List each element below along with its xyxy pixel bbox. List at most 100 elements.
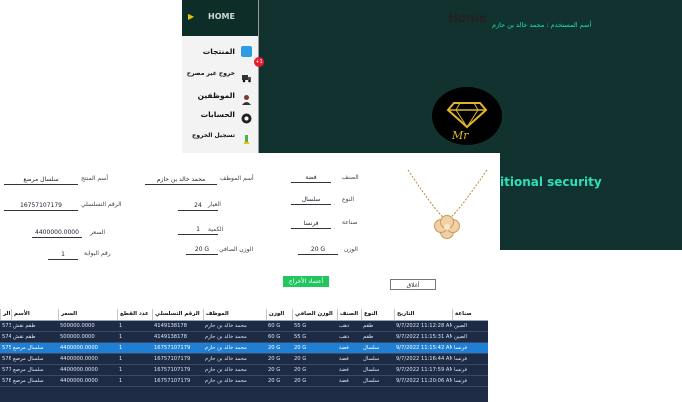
- close-button[interactable]: أغلاق: [390, 279, 436, 290]
- table-cell: 577: [2, 367, 11, 373]
- type-field[interactable]: سلسال: [291, 195, 331, 205]
- sidebar-item-unauthorized-exit[interactable]: خروج غير مصرح: [182, 65, 258, 82]
- column-header[interactable]: الموظف: [203, 309, 266, 320]
- sidebar-item-employees[interactable]: الموظفين: [182, 87, 258, 105]
- table-cell: محمد خالد بن حازم: [205, 323, 247, 329]
- products-icon: [241, 45, 252, 57]
- table-row[interactable]: الصين 9/7/2022 11:15:31 AM طقم ذهب 55 G …: [0, 332, 488, 343]
- column-header[interactable]: النوع: [361, 309, 394, 320]
- column-header[interactable]: التاريخ: [394, 309, 452, 320]
- table-cell: 9/7/2022 11:17:59 AM: [396, 367, 452, 373]
- table-cell: طقم نقش: [13, 323, 36, 329]
- table-cell: 9/7/2022 11:12:28 AM: [396, 323, 452, 329]
- sidebar-item-logout[interactable]: تسجيل الخروج: [182, 127, 258, 144]
- sidebar-item-label: خروج غير مصرح: [186, 69, 235, 77]
- security-caption: itional security: [500, 175, 602, 189]
- table-cell: 9/7/2022 11:15:31 AM: [396, 334, 452, 340]
- column-header[interactable]: الصنف: [337, 309, 361, 320]
- table-cell: محمد خالد بن حازم: [205, 345, 247, 351]
- caliber-field[interactable]: 24: [178, 201, 218, 211]
- employee-field[interactable]: محمد خالد بن حازم: [145, 175, 217, 185]
- truck-icon: [241, 68, 252, 82]
- table-row[interactable]: فرنسا 9/7/2022 11:17:59 AM سلسال فضة 20 …: [0, 365, 488, 376]
- table-header: صناعة التاريخ النوع الصنف الوزن الصافي ا…: [0, 309, 488, 321]
- table-row[interactable]: فرنسا 9/7/2022 11:16:44 AM سلسال فضة 20 …: [0, 354, 488, 365]
- gate-label: رقم البوابة: [84, 250, 111, 257]
- svg-text:Mr: Mr: [451, 129, 469, 142]
- column-header[interactable]: السعر: [58, 309, 117, 320]
- table-cell: محمد خالد بن حازم: [205, 334, 247, 340]
- table-cell: 55 G: [294, 334, 307, 340]
- table-cell: 500000.0000: [60, 323, 95, 329]
- gate-field[interactable]: 1: [48, 250, 78, 260]
- table-cell: 1: [119, 323, 123, 329]
- table-cell: 20 G: [268, 356, 281, 362]
- table-cell: سلسال: [363, 356, 380, 362]
- quantity-field[interactable]: 1: [178, 225, 218, 235]
- table-cell: 1: [119, 334, 123, 340]
- table-cell: 20 G: [268, 345, 281, 351]
- table-cell: 4400000.0000: [60, 345, 98, 351]
- sidebar-item-products[interactable]: المنتجات: [182, 43, 258, 59]
- sidebar-header[interactable]: ▶ HOME: [182, 0, 258, 36]
- net-weight-field[interactable]: 20 G: [186, 245, 218, 255]
- table-cell: 20 G: [294, 367, 307, 373]
- column-header[interactable]: الوزن الصافي: [292, 309, 337, 320]
- column-header[interactable]: عدد القطع: [117, 309, 152, 320]
- sidebar-item-label: المنتجات: [202, 46, 235, 56]
- table-cell: 4149138178: [154, 323, 188, 329]
- column-header[interactable]: الرقم التسلسلي: [152, 309, 203, 320]
- table-row[interactable]: فرنسا 9/7/2022 11:20:06 AM سلسال فضة 20 …: [0, 376, 488, 387]
- column-header[interactable]: الر: [0, 309, 11, 320]
- sidebar-item-label: الموظفين: [197, 90, 235, 100]
- sidebar-item-accounts[interactable]: الحسابات: [182, 106, 258, 123]
- table-cell: 16757107179: [154, 345, 191, 351]
- table-cell: 16757107179: [154, 367, 191, 373]
- home-arrow-icon: ▶: [188, 12, 195, 21]
- table-cell: سلسال مرصع: [13, 356, 44, 362]
- price-field[interactable]: 4400000.0000: [32, 228, 82, 238]
- table-cell: محمد خالد بن حازم: [205, 378, 247, 384]
- table-cell: فرنسا: [454, 345, 467, 351]
- serial-label: الرقم التسلسلي: [81, 201, 122, 208]
- table-cell: سلسال مرصع: [13, 378, 44, 384]
- price-label: السعر: [90, 229, 106, 236]
- notification-badge[interactable]: +1: [254, 57, 264, 67]
- table-cell: فرنسا: [454, 378, 467, 384]
- table-cell: 20 G: [294, 356, 307, 362]
- table-cell: 55 G: [294, 323, 307, 329]
- approve-exit-button[interactable]: أعتماد الأخراج: [283, 276, 329, 287]
- column-header[interactable]: الوزن: [266, 309, 292, 320]
- table-cell: ذهب: [339, 334, 350, 340]
- make-field[interactable]: فرنسا: [291, 219, 331, 229]
- table-cell: 1: [119, 356, 123, 362]
- product-name-field[interactable]: سلسال مرصع: [4, 175, 78, 185]
- column-header[interactable]: صناعة: [452, 309, 488, 320]
- table-cell: 4400000.0000: [60, 378, 98, 384]
- category-field[interactable]: فضة: [291, 173, 331, 183]
- make-label: صناعة: [342, 219, 358, 226]
- table-cell: طقم: [363, 323, 374, 329]
- category-label: الصنف: [342, 174, 359, 181]
- table-cell: 573: [2, 323, 11, 329]
- table-cell: 1: [119, 367, 123, 373]
- column-header[interactable]: الأسم: [11, 309, 58, 320]
- table-cell: 16757107179: [154, 378, 191, 384]
- table-cell: 1: [119, 345, 123, 351]
- weight-field[interactable]: 20 G: [298, 245, 338, 255]
- sidebar: ▶ HOME المنتجات خروج غير مصرح الموظفين ا…: [182, 0, 259, 155]
- table-cell: محمد خالد بن حازم: [205, 356, 247, 362]
- table-cell: محمد خالد بن حازم: [205, 367, 247, 373]
- logout-icon: [241, 130, 252, 144]
- table-cell: 16757107179: [154, 356, 191, 362]
- table-cell: 1: [119, 378, 123, 384]
- table-row[interactable]: الصين 9/7/2022 11:12:28 AM طقم ذهب 55 G …: [0, 321, 488, 332]
- employee-icon: [241, 90, 252, 105]
- weight-label: الوزن: [344, 246, 358, 253]
- table-cell: 20 G: [268, 378, 281, 384]
- table-row-selected[interactable]: فرنسا 9/7/2022 11:15:42 AM سلسال فضة 20 …: [0, 343, 488, 354]
- table-cell: 576: [2, 356, 11, 362]
- table-cell: 578: [2, 378, 11, 384]
- sidebar-item-label: تسجيل الخروج: [192, 131, 235, 139]
- serial-field[interactable]: 16757107179: [4, 201, 78, 211]
